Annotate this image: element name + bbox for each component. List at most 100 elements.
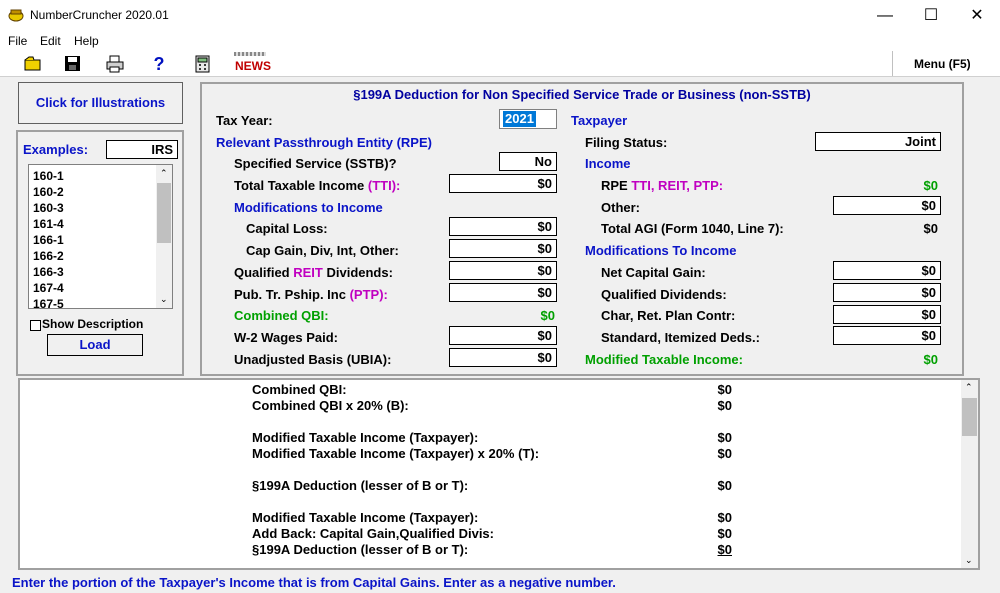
examples-list-item[interactable]: 160-1 [33, 168, 64, 184]
news-button[interactable]: NEWS [235, 59, 271, 73]
net-capital-gain-label: Net Capital Gain: [601, 265, 706, 280]
examples-source-field[interactable]: IRS [106, 140, 178, 159]
show-description-checkbox[interactable] [30, 320, 41, 331]
scroll-up-icon[interactable]: ⌃ [160, 168, 168, 179]
modifications-heading: Modifications to Income [234, 200, 383, 215]
result-label: Combined QBI: [252, 382, 347, 397]
menu-file[interactable]: File [8, 34, 27, 48]
menu-help[interactable]: Help [74, 34, 99, 48]
result-label: Modified Taxable Income (Taxpayer): [252, 430, 479, 445]
results-scroll-up-icon[interactable]: ⌃ [965, 382, 973, 393]
reit-label-mid: REIT [293, 265, 323, 280]
rpe-income-value: $0 [923, 178, 938, 193]
examples-list-item[interactable]: 166-3 [33, 264, 64, 280]
result-label: Modified Taxable Income (Taxpayer) x 20%… [252, 446, 540, 461]
result-label: Combined QBI x 20% (B): [252, 398, 409, 413]
calculator-icon[interactable] [194, 55, 212, 73]
result-value: $0 [717, 382, 732, 397]
sstb-label: Specified Service (SSTB)? [234, 156, 397, 171]
close-button[interactable]: ✕ [954, 0, 1000, 31]
w2-label: W-2 Wages Paid: [234, 330, 338, 345]
rpe-income-label: RPE TTI, REIT, PTP: [601, 178, 723, 193]
examples-panel: Examples: IRS 160-1 160-2 160-3 161-4 166-1 1… [16, 130, 184, 376]
capital-loss-label: Capital Loss: [246, 221, 328, 236]
cap-gain-label: Cap Gain, Div, Int, Other: [246, 243, 399, 258]
tax-year-label: Tax Year: [216, 113, 273, 128]
income-heading: Income [585, 156, 631, 171]
taxpayer-heading: Taxpayer [571, 113, 628, 128]
menu-edit[interactable]: Edit [40, 34, 61, 48]
examples-list[interactable]: 160-1 160-2 160-3 161-4 166-1 166-2 166-3 167-4… [28, 164, 173, 309]
window-title: NumberCruncher 2020.01 [30, 8, 169, 22]
reit-label-post: Dividends: [322, 265, 393, 280]
toolbar-divider [892, 51, 893, 76]
result-value: $0 [717, 542, 732, 557]
tti-label-text: Total Taxable Income [234, 178, 368, 193]
help-question-icon[interactable]: ? [150, 55, 168, 73]
w2-field[interactable]: $0 [449, 326, 557, 345]
qualified-dividends-label: Qualified Dividends: [601, 287, 727, 302]
examples-list-item[interactable]: 160-2 [33, 184, 64, 200]
form-panel: §199A Deduction for Non Specified Servic… [200, 82, 964, 376]
tax-year-field[interactable]: 2021 [499, 109, 557, 129]
rpe-heading: Relevant Passthrough Entity (RPE) [216, 135, 432, 150]
load-button[interactable]: Load [47, 334, 143, 356]
title-bar: NumberCruncher 2020.01 — ☐ ✕ [0, 0, 1000, 31]
results-scroll-thumb[interactable] [962, 398, 977, 436]
maximize-button[interactable]: ☐ [908, 0, 954, 31]
combined-qbi-label: Combined QBI: [234, 308, 329, 323]
tti-label: Total Taxable Income (TTI): [234, 178, 400, 193]
status-message: Enter the portion of the Taxpayer's Inco… [12, 575, 616, 590]
examples-list-item[interactable]: 167-5 [33, 296, 64, 308]
cap-gain-field[interactable]: $0 [449, 239, 557, 258]
results-scrollbar[interactable]: ⌃ ⌄ [961, 380, 978, 568]
ptp-field[interactable]: $0 [449, 283, 557, 302]
open-folder-icon[interactable] [24, 55, 42, 73]
minimize-button[interactable]: — [862, 0, 908, 31]
examples-scrollbar[interactable]: ⌃ ⌄ [156, 165, 172, 308]
save-disk-icon[interactable] [64, 55, 82, 73]
modifications2-heading: Modifications To Income [585, 243, 737, 258]
results-scroll-down-icon[interactable]: ⌄ [965, 555, 973, 566]
result-label: §199A Deduction (lesser of B or T): [252, 478, 469, 493]
scroll-down-icon[interactable]: ⌄ [160, 294, 168, 305]
char-ret-label: Char, Ret. Plan Contr: [601, 308, 736, 323]
modified-taxable-income-label: Modified Taxable Income: [585, 352, 743, 367]
examples-list-item[interactable]: 167-4 [33, 280, 64, 296]
form-title: §199A Deduction for Non Specified Servic… [353, 87, 811, 102]
examples-label: Examples: [23, 142, 89, 157]
examples-list-item[interactable]: 161-4 [33, 216, 64, 232]
menu-f5-button[interactable]: Menu (F5) [914, 57, 971, 71]
result-value: $0 [717, 398, 732, 413]
examples-list-item[interactable]: 166-2 [33, 248, 64, 264]
print-icon[interactable] [106, 55, 124, 73]
show-description-label: Show Description [42, 317, 144, 331]
illustrations-button[interactable]: Click for Illustrations [18, 82, 183, 124]
filing-status-field[interactable]: Joint [815, 132, 941, 151]
examples-list-item[interactable]: 166-1 [33, 232, 64, 248]
rpe-income-label-pre: RPE [601, 178, 632, 193]
qualified-dividends-field[interactable]: $0 [833, 283, 941, 302]
result-value: $0 [717, 510, 732, 525]
char-ret-field[interactable]: $0 [833, 305, 941, 324]
combined-qbi-value: $0 [540, 308, 555, 323]
tti-field[interactable]: $0 [449, 174, 557, 193]
capital-loss-field[interactable]: $0 [449, 217, 557, 236]
app-icon [8, 8, 24, 22]
examples-list-item[interactable]: 160-3 [33, 200, 64, 216]
sstb-field[interactable]: No [499, 152, 557, 171]
ptp-label-text: Pub. Tr. Pship. Inc [234, 287, 350, 302]
result-value: $0 [717, 526, 732, 541]
other-label: Other: [601, 200, 640, 215]
scroll-thumb[interactable] [157, 183, 171, 243]
ubia-field[interactable]: $0 [449, 348, 557, 367]
result-value: $0 [717, 446, 732, 461]
reit-field[interactable]: $0 [449, 261, 557, 280]
other-field[interactable]: $0 [833, 196, 941, 215]
results-pane[interactable]: Combined QBI: $0 Combined QBI x 20% (B): $0… [18, 378, 980, 570]
std-itemized-field[interactable]: $0 [833, 326, 941, 345]
result-value: $0 [717, 430, 732, 445]
rpe-income-label-suffix: TTI, REIT, PTP: [631, 178, 724, 193]
ptp-label-suffix: (PTP): [349, 287, 388, 302]
net-capital-gain-field[interactable]: $0 [833, 261, 941, 280]
